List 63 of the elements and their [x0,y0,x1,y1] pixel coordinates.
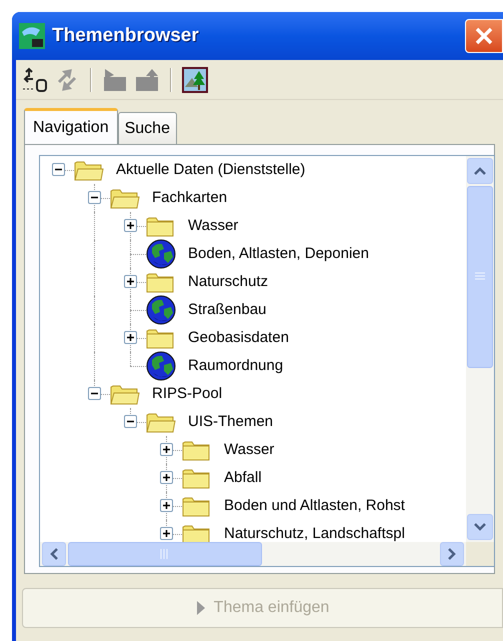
sync-arrows-icon [55,68,79,92]
grip-icon [160,548,170,560]
scrollbar-corner [466,542,494,566]
tree-item-label[interactable]: UIS-Themen [188,410,274,434]
plus-icon [162,529,171,538]
scroll-right-button[interactable] [440,542,464,566]
chevron-right-icon [448,548,456,560]
globe-icon [146,351,176,381]
tree-item-label[interactable]: Aktuelle Daten (Dienststelle) [116,158,306,182]
collapse-toggle[interactable] [124,415,137,428]
plus-icon [126,221,135,230]
map-button[interactable] [180,64,210,94]
expand-toggle[interactable] [124,219,137,232]
plus-icon [126,277,135,286]
expand-toggle[interactable] [124,275,137,288]
close-icon [475,27,493,45]
chevron-left-icon [50,548,58,560]
tree-item-label[interactable]: Wasser [224,438,274,462]
scroll-thumb[interactable] [68,542,262,566]
globe-icon [146,295,176,325]
tree-item-label[interactable]: Naturschutz [188,270,268,294]
grip-icon [474,272,486,282]
tree-item-label[interactable]: Raumordnung [188,354,284,378]
plus-icon [126,333,135,342]
plus-icon [162,445,171,454]
tree-item-label[interactable]: Wasser [188,214,238,238]
plus-icon [162,473,171,482]
horizontal-scrollbar[interactable] [40,542,466,566]
tree-item-label[interactable]: RIPS-Pool [152,382,222,406]
expand-toggle[interactable] [160,443,173,456]
tree-item-label[interactable]: Boden und Altlasten, Rohst [224,494,405,518]
scroll-left-button[interactable] [42,542,66,566]
tree-item-label[interactable]: Boden, Altlasten, Deponien [188,242,369,266]
sync-database-icon [21,66,49,92]
close-button[interactable] [465,19,503,53]
scroll-thumb[interactable] [467,186,493,368]
expand-toggle[interactable] [160,527,173,540]
play-icon [196,600,206,616]
scroll-down-button[interactable] [467,514,493,540]
scroll-up-button[interactable] [467,158,493,184]
app-icon [18,22,46,50]
collapse-toggle[interactable] [88,387,101,400]
landscape-tree-icon [182,66,208,92]
window-title: Themenbrowser [52,24,199,48]
tree-item-label[interactable]: Geobasisdaten [188,326,289,350]
tab[interactable]: Suche [118,112,177,144]
expand-toggle[interactable] [160,471,173,484]
chevron-up-icon [474,167,486,175]
tree-item-label[interactable]: Naturschutz, Landschaftspl [224,522,405,542]
plus-icon [162,501,171,510]
vertical-scrollbar[interactable] [466,156,494,542]
tree-item-label[interactable]: Straßenbau [188,298,266,322]
tab[interactable]: Navigation [24,108,118,144]
folder-arrow-icon [134,66,160,92]
collapse-toggle[interactable] [88,191,101,204]
collapse-toggle[interactable] [52,163,65,176]
globe-icon [146,239,176,269]
tree-item-label[interactable]: Fachkarten [152,186,228,210]
tree-item-label[interactable]: Abfall [224,466,262,490]
chevron-down-icon [474,523,486,531]
expand-toggle[interactable] [160,499,173,512]
expand-toggle[interactable] [124,331,137,344]
folder-arrow-icon [102,66,128,92]
